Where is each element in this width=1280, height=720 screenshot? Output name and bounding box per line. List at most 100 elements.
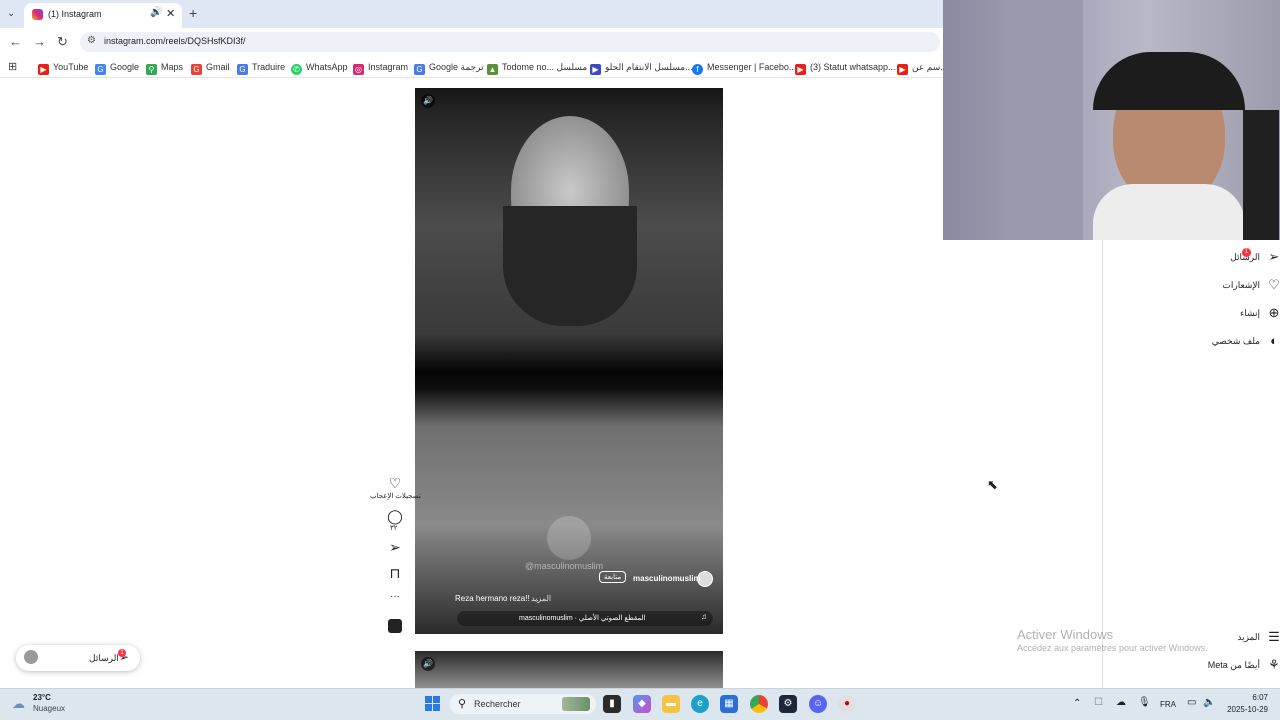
nav-divider	[1102, 240, 1103, 688]
youtube-icon: ▶	[38, 64, 49, 75]
discord-icon[interactable]: ☺	[809, 695, 827, 713]
weather-cloud-icon[interactable]: ☁	[12, 696, 25, 712]
tray-app-icon[interactable]: ☐	[1094, 697, 1103, 708]
save-icon[interactable]: ⊓	[384, 565, 406, 582]
nav-profile[interactable]: ◐ ملف شخصي	[1170, 332, 1278, 350]
activate-windows-subtitle: Accédez aux paramètres pour activer Wind…	[1017, 643, 1208, 653]
volume-icon[interactable]: 🔈	[1203, 697, 1215, 708]
google-icon: G	[95, 64, 106, 75]
youtube-icon: ▶	[897, 64, 908, 75]
edge-icon[interactable]: e	[691, 695, 709, 713]
app-icon: ▲	[487, 64, 498, 75]
bookmark-instagram[interactable]: ◎ Instagram	[353, 60, 408, 75]
tab-search-icon[interactable]: ⌄	[7, 7, 15, 21]
new-tab-button[interactable]: +	[189, 6, 197, 20]
bookmark-traduire[interactable]: G Traduire	[237, 60, 285, 75]
translate-icon: G	[414, 64, 425, 75]
nav-also-from-meta[interactable]: ⚘ أيضًا من Meta	[1170, 656, 1280, 674]
bookmark-youtube[interactable]: ▶ YouTube	[38, 60, 88, 75]
chrome-icon[interactable]	[750, 695, 768, 713]
plus-square-icon: ⊕	[1268, 305, 1280, 320]
webcam-person-shirt	[1093, 184, 1245, 240]
reload-icon[interactable]: ↻	[57, 35, 68, 49]
reel-video[interactable]: 🔊 @masculinomuslim masculinomuslim متابع…	[415, 88, 723, 634]
bookmark-google[interactable]: G Google	[95, 60, 139, 75]
apps-grid-icon[interactable]: ⊞	[8, 60, 17, 74]
tab-instagram[interactable]: (1) Instagram 🔊 ✕	[24, 3, 182, 28]
meta-apps-icon: ⚘	[1268, 657, 1280, 672]
webcam-headset	[1093, 52, 1245, 110]
comments-count: ٣٢	[390, 525, 398, 532]
bookmark-series[interactable]: ▶ مسلسل الانتقام الحلو...	[590, 60, 693, 75]
steam-icon[interactable]: ⚙	[779, 695, 797, 713]
show-hidden-icons-icon[interactable]: ⌃	[1073, 698, 1081, 709]
nav-notifications[interactable]: ♡ الإشعارات	[1170, 276, 1279, 294]
search-placeholder: Rechercher	[474, 699, 521, 709]
bookmark-gmail[interactable]: G Gmail	[191, 60, 230, 75]
mute-icon[interactable]: 🔊	[421, 657, 435, 671]
bookmark-maps[interactable]: ⚲ Maps	[146, 60, 183, 75]
app-badge-icon[interactable]: ●	[838, 695, 856, 713]
forward-icon[interactable]: →	[33, 35, 46, 49]
taskbar-search-box[interactable]: ⚲ Rechercher	[450, 694, 596, 714]
weather-temperature[interactable]: 23°C	[33, 693, 51, 702]
copilot-icon[interactable]: ◆	[633, 695, 651, 713]
task-view-icon[interactable]: ▮	[603, 695, 621, 713]
bookmark-google-translate[interactable]: G Google ترجمة	[414, 60, 484, 75]
video-beard	[503, 206, 637, 326]
facebook-icon: f	[692, 64, 703, 75]
windows-start-icon[interactable]	[424, 695, 442, 713]
mute-icon[interactable]: 🔊	[421, 94, 435, 108]
clock-time[interactable]: 6:07	[1226, 693, 1268, 702]
clock-date[interactable]: 2025-10-29	[1222, 705, 1268, 714]
keyboard-language[interactable]: FRA	[1160, 700, 1176, 709]
whatsapp-icon: ✆	[291, 64, 302, 75]
microphone-icon[interactable]: 🎙	[1138, 697, 1151, 708]
store-icon[interactable]: ▦	[720, 695, 738, 713]
heart-icon: ♡	[1268, 277, 1280, 292]
caption-more-link[interactable]: المزيد	[531, 594, 551, 603]
comment-icon[interactable]: ◯	[384, 508, 406, 525]
webcam-chair	[1243, 110, 1279, 240]
like-icon[interactable]: ♡	[384, 475, 406, 492]
audio-thumbnail[interactable]	[388, 619, 402, 633]
back-icon[interactable]: ←	[9, 35, 22, 49]
author-username[interactable]: masculinomuslim	[633, 574, 701, 583]
search-highlight-icon	[562, 697, 590, 711]
tab-close-icon[interactable]: ✕	[166, 7, 175, 20]
tray-cloud-icon[interactable]: ☁	[1116, 697, 1126, 708]
tab-title: (1) Instagram	[48, 9, 102, 19]
next-reel-video[interactable]: 🔊	[415, 651, 723, 688]
messenger-icon: ➢	[1268, 249, 1280, 264]
play-icon: ▶	[590, 64, 601, 75]
bookmark-todome[interactable]: ▲ Todome no... مسلسل	[487, 60, 587, 75]
nav-create[interactable]: ⊕ إنشاء	[1170, 304, 1279, 322]
translate-icon: G	[237, 64, 248, 75]
bookmark-overflow[interactable]: ▶سم عن...	[897, 60, 948, 75]
follow-button[interactable]: متابعة	[599, 571, 627, 583]
url-text: instagram.com/reels/DQSHsfKDI3f/	[104, 36, 246, 46]
messages-pill[interactable]: الرسائل ➢ 1	[16, 645, 140, 671]
site-info-icon[interactable]: ⚙	[87, 35, 96, 46]
tab-audio-icon[interactable]: 🔊	[150, 7, 162, 18]
more-options-icon[interactable]: ···	[384, 591, 406, 602]
webcam-door	[1003, 0, 1083, 240]
likes-label: تسجيلات الإعجاب	[370, 493, 421, 500]
video-watermark: @masculinomuslim	[525, 561, 604, 571]
music-note-icon: ♫	[701, 612, 707, 621]
network-icon[interactable]: ▭	[1187, 697, 1196, 708]
bookmark-whatsapp[interactable]: ✆ WhatsApp	[291, 60, 348, 75]
address-bar[interactable]: ⚙ instagram.com/reels/DQSHsfKDI3f/	[80, 32, 940, 52]
bookmark-messenger[interactable]: f Messenger | Facebo...	[692, 60, 796, 75]
bookmark-statut-whatsapp[interactable]: ▶ (3) Statut whatsapp...	[795, 60, 896, 75]
file-explorer-icon[interactable]: ▬	[662, 695, 680, 713]
reel-caption: Reza hermano reza!! ...	[455, 594, 539, 603]
contact-avatar	[24, 650, 38, 664]
search-icon: ⚲	[458, 698, 467, 710]
messages-pill-label: الرسائل	[89, 653, 119, 663]
maps-icon: ⚲	[146, 64, 157, 75]
messages-badge: 1	[1242, 248, 1251, 257]
share-icon[interactable]: ➢	[384, 539, 406, 556]
audio-pill[interactable]: masculinomuslim · المقطع الصوتي الأصلي ♫	[457, 611, 713, 626]
activate-windows-title: Activer Windows	[1017, 627, 1114, 642]
